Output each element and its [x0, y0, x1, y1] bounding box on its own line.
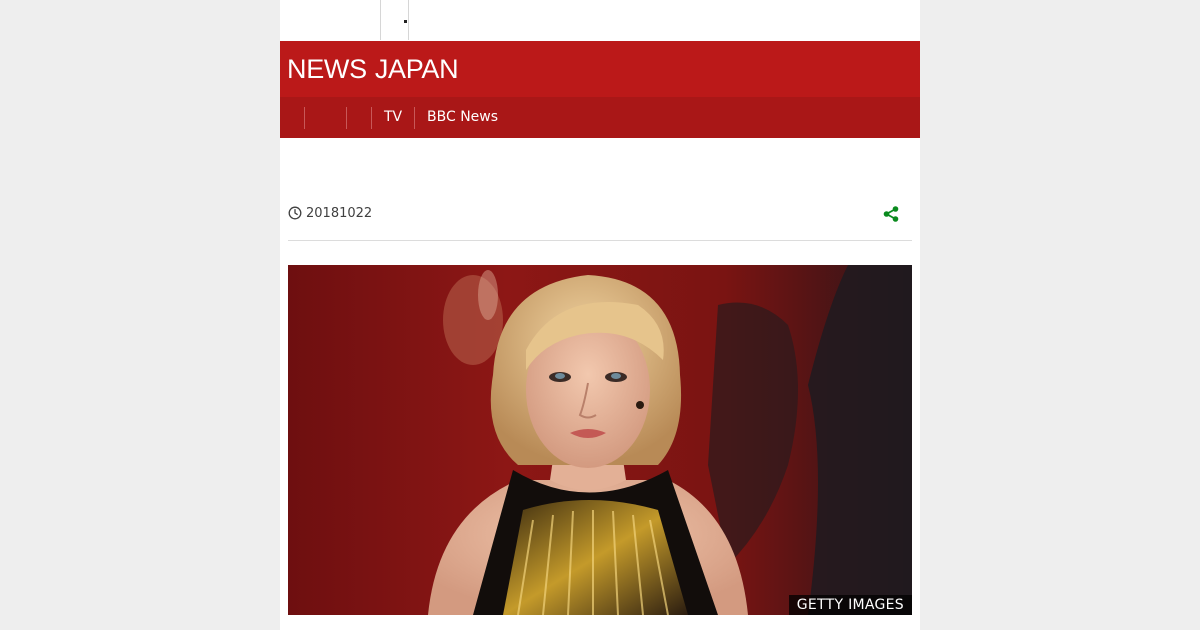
article-date: 20181022	[306, 206, 373, 221]
article-meta: 20181022	[288, 203, 912, 225]
logo-news: NEWS	[287, 54, 367, 84]
share-icon[interactable]	[882, 205, 900, 223]
clock-icon	[288, 206, 302, 220]
portrait-image	[288, 265, 912, 615]
logo-japan: JAPAN	[374, 54, 459, 84]
nav-item-tv[interactable]: TV	[384, 97, 402, 138]
nav-separator	[414, 107, 415, 129]
nav-separator	[346, 107, 347, 129]
chevron-down-icon[interactable]	[404, 20, 407, 23]
nav-item-bbc-news[interactable]: BBC News	[427, 97, 498, 138]
page: NEWS JAPAN TV BBC News 20181022 GETTY IM…	[280, 0, 920, 630]
top-utility-bar	[280, 0, 920, 40]
news-japan-logo[interactable]: NEWS JAPAN	[287, 54, 459, 84]
masthead: NEWS JAPAN	[280, 41, 920, 97]
image-credit: GETTY IMAGES	[788, 595, 912, 615]
nav-separator	[371, 107, 372, 129]
article-photo: GETTY IMAGES	[288, 265, 912, 615]
nav-separator	[304, 107, 305, 129]
topbar-divider	[408, 0, 409, 40]
meta-divider	[288, 240, 912, 241]
topbar-divider	[380, 0, 381, 40]
primary-nav: TV BBC News	[280, 97, 920, 138]
